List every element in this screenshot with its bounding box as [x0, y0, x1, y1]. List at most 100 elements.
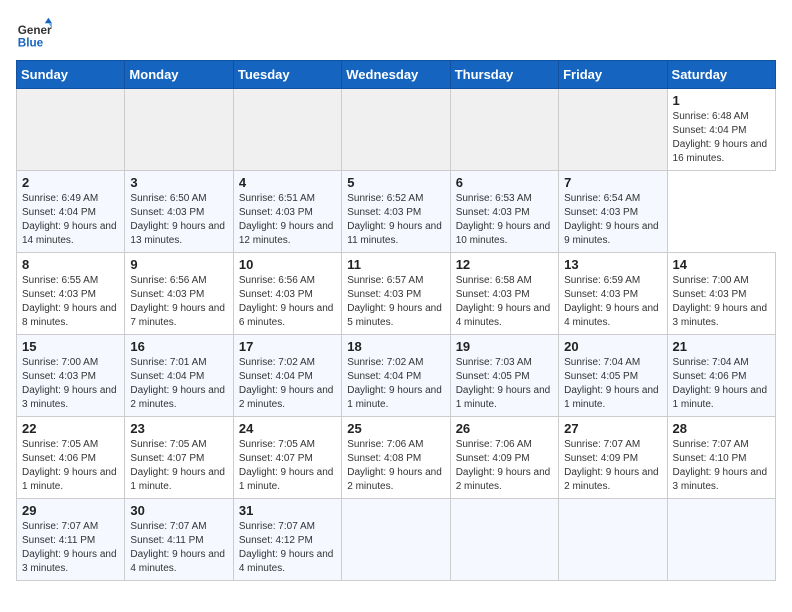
- day-details: Sunrise: 7:07 AMSunset: 4:10 PMDaylight:…: [673, 438, 770, 494]
- day-number: 8: [22, 257, 119, 272]
- day-details: Sunrise: 7:05 AMSunset: 4:07 PMDaylight:…: [239, 438, 336, 494]
- calendar-cell: 7 Sunrise: 6:54 AMSunset: 4:03 PMDaylight…: [559, 171, 667, 253]
- day-number: 9: [130, 257, 227, 272]
- calendar-cell: [342, 499, 450, 581]
- day-number: 6: [456, 175, 553, 190]
- calendar-cell: [342, 89, 450, 171]
- calendar-week-row: 2Sunrise: 6:49 AMSunset: 4:04 PMDaylight…: [17, 171, 776, 253]
- calendar-week-row: 22 Sunrise: 7:05 AMSunset: 4:06 PMDayligh…: [17, 417, 776, 499]
- day-details: Sunrise: 6:48 AMSunset: 4:04 PMDaylight:…: [673, 110, 770, 166]
- calendar-cell: 10 Sunrise: 6:56 AMSunset: 4:03 PMDayligh…: [233, 253, 341, 335]
- header-thursday: Thursday: [450, 61, 558, 89]
- day-details: Sunrise: 6:55 AMSunset: 4:03 PMDaylight:…: [22, 274, 119, 330]
- day-details: Sunrise: 7:02 AMSunset: 4:04 PMDaylight:…: [239, 356, 336, 412]
- calendar-cell: 30Sunrise: 7:07 AMSunset: 4:11 PMDayligh…: [125, 499, 233, 581]
- calendar-cell: 16 Sunrise: 7:01 AMSunset: 4:04 PMDayligh…: [125, 335, 233, 417]
- calendar-cell: 3 Sunrise: 6:50 AMSunset: 4:03 PMDaylight…: [125, 171, 233, 253]
- day-details: Sunrise: 7:05 AMSunset: 4:07 PMDaylight:…: [130, 438, 227, 494]
- calendar-cell: [125, 89, 233, 171]
- svg-text:Blue: Blue: [18, 37, 44, 50]
- calendar-cell: [450, 89, 558, 171]
- day-number: 10: [239, 257, 336, 272]
- day-number: 12: [456, 257, 553, 272]
- calendar-cell: 24 Sunrise: 7:05 AMSunset: 4:07 PMDayligh…: [233, 417, 341, 499]
- day-details: Sunrise: 7:07 AMSunset: 4:12 PMDaylight:…: [239, 520, 336, 576]
- calendar-cell: 15 Sunrise: 7:00 AMSunset: 4:03 PMDayligh…: [17, 335, 125, 417]
- calendar-cell: 18Sunrise: 7:02 AMSunset: 4:04 PMDayligh…: [342, 335, 450, 417]
- calendar-cell: 25Sunrise: 7:06 AMSunset: 4:08 PMDayligh…: [342, 417, 450, 499]
- calendar-cell: 11Sunrise: 6:57 AMSunset: 4:03 PMDayligh…: [342, 253, 450, 335]
- day-number: 5: [347, 175, 444, 190]
- header-saturday: Saturday: [667, 61, 775, 89]
- day-details: Sunrise: 6:59 AMSunset: 4:03 PMDaylight:…: [564, 274, 661, 330]
- calendar-cell: [17, 89, 125, 171]
- calendar-cell: [233, 89, 341, 171]
- calendar-cell: 27 Sunrise: 7:07 AMSunset: 4:09 PMDayligh…: [559, 417, 667, 499]
- calendar-cell: 28Sunrise: 7:07 AMSunset: 4:10 PMDayligh…: [667, 417, 775, 499]
- svg-text:General: General: [18, 24, 52, 37]
- day-details: Sunrise: 7:01 AMSunset: 4:04 PMDaylight:…: [130, 356, 227, 412]
- day-details: Sunrise: 6:49 AMSunset: 4:04 PMDaylight:…: [22, 192, 119, 248]
- calendar-cell: 1 Sunrise: 6:48 AMSunset: 4:04 PMDaylight…: [667, 89, 775, 171]
- day-number: 27: [564, 421, 661, 436]
- day-details: Sunrise: 6:53 AMSunset: 4:03 PMDaylight:…: [456, 192, 553, 248]
- day-number: 11: [347, 257, 444, 272]
- day-details: Sunrise: 6:58 AMSunset: 4:03 PMDaylight:…: [456, 274, 553, 330]
- day-number: 22: [22, 421, 119, 436]
- day-number: 21: [673, 339, 770, 354]
- day-number: 13: [564, 257, 661, 272]
- day-details: Sunrise: 6:51 AMSunset: 4:03 PMDaylight:…: [239, 192, 336, 248]
- calendar-cell: 22 Sunrise: 7:05 AMSunset: 4:06 PMDayligh…: [17, 417, 125, 499]
- day-details: Sunrise: 7:00 AMSunset: 4:03 PMDaylight:…: [673, 274, 770, 330]
- header-friday: Friday: [559, 61, 667, 89]
- calendar-cell: 6 Sunrise: 6:53 AMSunset: 4:03 PMDaylight…: [450, 171, 558, 253]
- calendar-cell: [450, 499, 558, 581]
- day-number: 26: [456, 421, 553, 436]
- calendar-cell: 14Sunrise: 7:00 AMSunset: 4:03 PMDayligh…: [667, 253, 775, 335]
- day-details: Sunrise: 6:50 AMSunset: 4:03 PMDaylight:…: [130, 192, 227, 248]
- header-wednesday: Wednesday: [342, 61, 450, 89]
- day-details: Sunrise: 7:05 AMSunset: 4:06 PMDaylight:…: [22, 438, 119, 494]
- day-number: 19: [456, 339, 553, 354]
- day-number: 20: [564, 339, 661, 354]
- calendar-week-row: 8 Sunrise: 6:55 AMSunset: 4:03 PMDaylight…: [17, 253, 776, 335]
- day-number: 7: [564, 175, 661, 190]
- day-number: 23: [130, 421, 227, 436]
- logo-icon: General Blue: [16, 16, 52, 52]
- day-number: 3: [130, 175, 227, 190]
- day-number: 31: [239, 503, 336, 518]
- calendar-cell: 9 Sunrise: 6:56 AMSunset: 4:03 PMDaylight…: [125, 253, 233, 335]
- day-details: Sunrise: 6:56 AMSunset: 4:03 PMDaylight:…: [130, 274, 227, 330]
- day-number: 30: [130, 503, 227, 518]
- calendar-cell: [667, 499, 775, 581]
- calendar-cell: 19 Sunrise: 7:03 AMSunset: 4:05 PMDayligh…: [450, 335, 558, 417]
- day-number: 24: [239, 421, 336, 436]
- calendar-cell: 5 Sunrise: 6:52 AMSunset: 4:03 PMDaylight…: [342, 171, 450, 253]
- day-number: 18: [347, 339, 444, 354]
- day-details: Sunrise: 6:56 AMSunset: 4:03 PMDaylight:…: [239, 274, 336, 330]
- calendar-cell: 13 Sunrise: 6:59 AMSunset: 4:03 PMDayligh…: [559, 253, 667, 335]
- calendar-cell: 31 Sunrise: 7:07 AMSunset: 4:12 PMDayligh…: [233, 499, 341, 581]
- day-details: Sunrise: 6:54 AMSunset: 4:03 PMDaylight:…: [564, 192, 661, 248]
- day-details: Sunrise: 7:00 AMSunset: 4:03 PMDaylight:…: [22, 356, 119, 412]
- day-details: Sunrise: 7:06 AMSunset: 4:09 PMDaylight:…: [456, 438, 553, 494]
- day-details: Sunrise: 7:04 AMSunset: 4:05 PMDaylight:…: [564, 356, 661, 412]
- header-sunday: Sunday: [17, 61, 125, 89]
- header-tuesday: Tuesday: [233, 61, 341, 89]
- header-monday: Monday: [125, 61, 233, 89]
- day-details: Sunrise: 6:52 AMSunset: 4:03 PMDaylight:…: [347, 192, 444, 248]
- calendar-cell: 20 Sunrise: 7:04 AMSunset: 4:05 PMDayligh…: [559, 335, 667, 417]
- day-number: 29: [22, 503, 119, 518]
- calendar-cell: [559, 89, 667, 171]
- logo: General Blue: [16, 16, 52, 52]
- day-details: Sunrise: 7:03 AMSunset: 4:05 PMDaylight:…: [456, 356, 553, 412]
- day-details: Sunrise: 7:07 AMSunset: 4:09 PMDaylight:…: [564, 438, 661, 494]
- day-number: 15: [22, 339, 119, 354]
- calendar-week-row: 1 Sunrise: 6:48 AMSunset: 4:04 PMDaylight…: [17, 89, 776, 171]
- day-details: Sunrise: 7:04 AMSunset: 4:06 PMDaylight:…: [673, 356, 770, 412]
- calendar-cell: 2Sunrise: 6:49 AMSunset: 4:04 PMDaylight…: [17, 171, 125, 253]
- day-number: 16: [130, 339, 227, 354]
- day-number: 25: [347, 421, 444, 436]
- calendar-cell: 4Sunrise: 6:51 AMSunset: 4:03 PMDaylight…: [233, 171, 341, 253]
- day-number: 1: [673, 93, 770, 108]
